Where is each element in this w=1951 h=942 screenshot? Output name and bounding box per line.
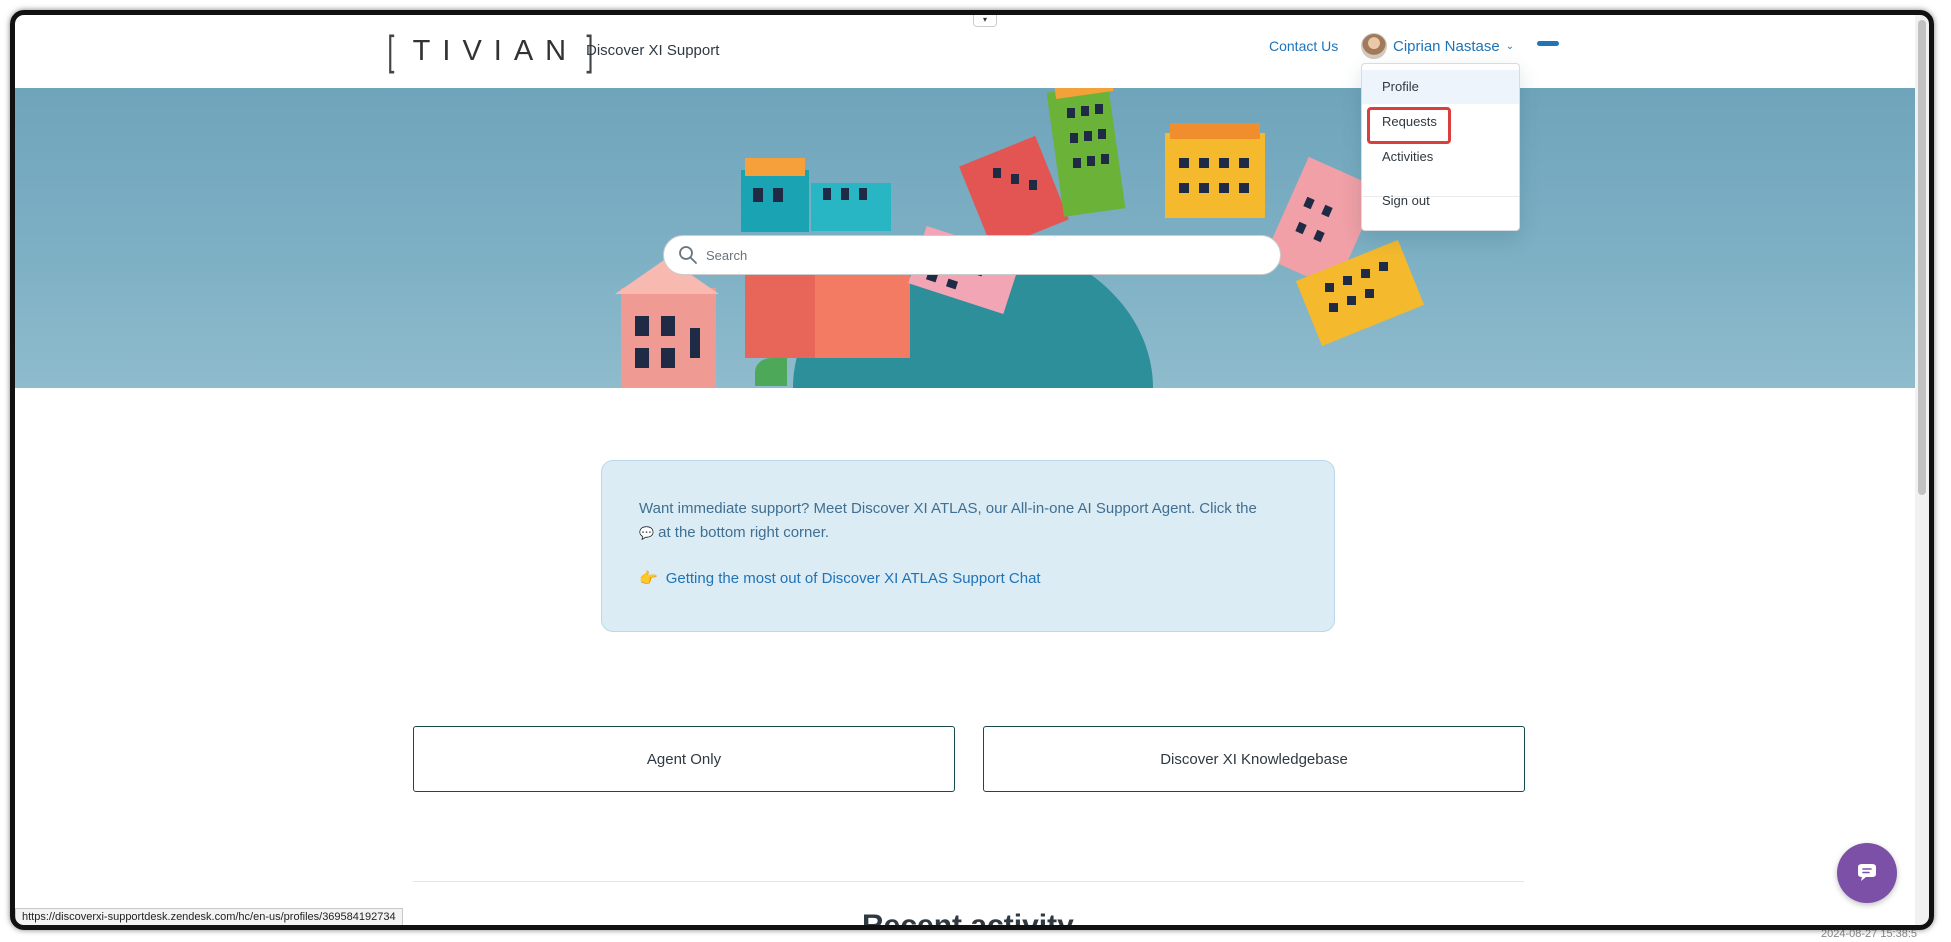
pointing-hand-icon: 👉	[639, 570, 658, 587]
atlas-guide-link[interactable]: 👉 Getting the most out of Discover XI AT…	[639, 569, 1041, 588]
menu-item-profile[interactable]: Profile	[1362, 70, 1519, 104]
user-name: Ciprian Nastase	[1393, 37, 1500, 55]
ai-support-notice: Want immediate support? Meet Discover XI…	[601, 460, 1335, 632]
chat-icon	[1858, 864, 1876, 881]
requests-highlight-box	[1367, 107, 1451, 144]
recent-activity-heading: Recent activity	[862, 909, 1074, 925]
tivian-logo[interactable]: [ TIVIAN ]	[385, 27, 596, 74]
menu-item-activities[interactable]: Activities	[1362, 140, 1519, 174]
chevron-down-icon: ⌄	[1505, 40, 1515, 52]
speech-bubble-icon: 💬	[639, 526, 654, 540]
search-icon	[679, 246, 697, 264]
knowledgebase-block[interactable]: Discover XI Knowledgebase	[983, 726, 1525, 792]
page-scrollbar[interactable]	[1915, 15, 1929, 925]
site-header: [ TIVIAN ] Discover XI Support ▾ Contact…	[15, 15, 1915, 88]
logo-text: TIVIAN	[412, 34, 579, 67]
hero-banner	[15, 88, 1915, 388]
avatar	[1361, 33, 1387, 59]
browser-viewport: [ TIVIAN ] Discover XI Support ▾ Contact…	[15, 15, 1929, 925]
contact-us-link[interactable]: Contact Us	[1269, 38, 1338, 54]
user-dropdown-menu: Profile Requests Activities Sign out	[1361, 63, 1520, 231]
agent-only-block[interactable]: Agent Only	[413, 726, 955, 792]
search-bar[interactable]	[663, 235, 1281, 275]
user-menu-toggle[interactable]: Ciprian Nastase ⌄	[1361, 33, 1514, 59]
menu-item-sign-out[interactable]: Sign out	[1362, 184, 1519, 218]
atlas-guide-link-label[interactable]: Getting the most out of Discover XI ATLA…	[666, 570, 1041, 587]
chat-launcher-button[interactable]	[1837, 843, 1897, 903]
header-accent-bar	[1537, 41, 1559, 46]
capture-timestamp: 2024-08-27 15:38:5	[1821, 928, 1918, 940]
section-divider	[413, 881, 1524, 882]
scrollbar-thumb[interactable]	[1918, 20, 1926, 495]
search-input[interactable]	[704, 246, 1268, 264]
link-status-bar: https://discoverxi-supportdesk.zendesk.c…	[15, 908, 403, 925]
chevron-down-icon[interactable]: ▾	[973, 15, 997, 27]
site-title[interactable]: Discover XI Support	[586, 42, 719, 59]
notice-text: Want immediate support? Meet Discover XI…	[639, 500, 1257, 541]
screenshot-frame: [ TIVIAN ] Discover XI Support ▾ Contact…	[0, 0, 1951, 942]
